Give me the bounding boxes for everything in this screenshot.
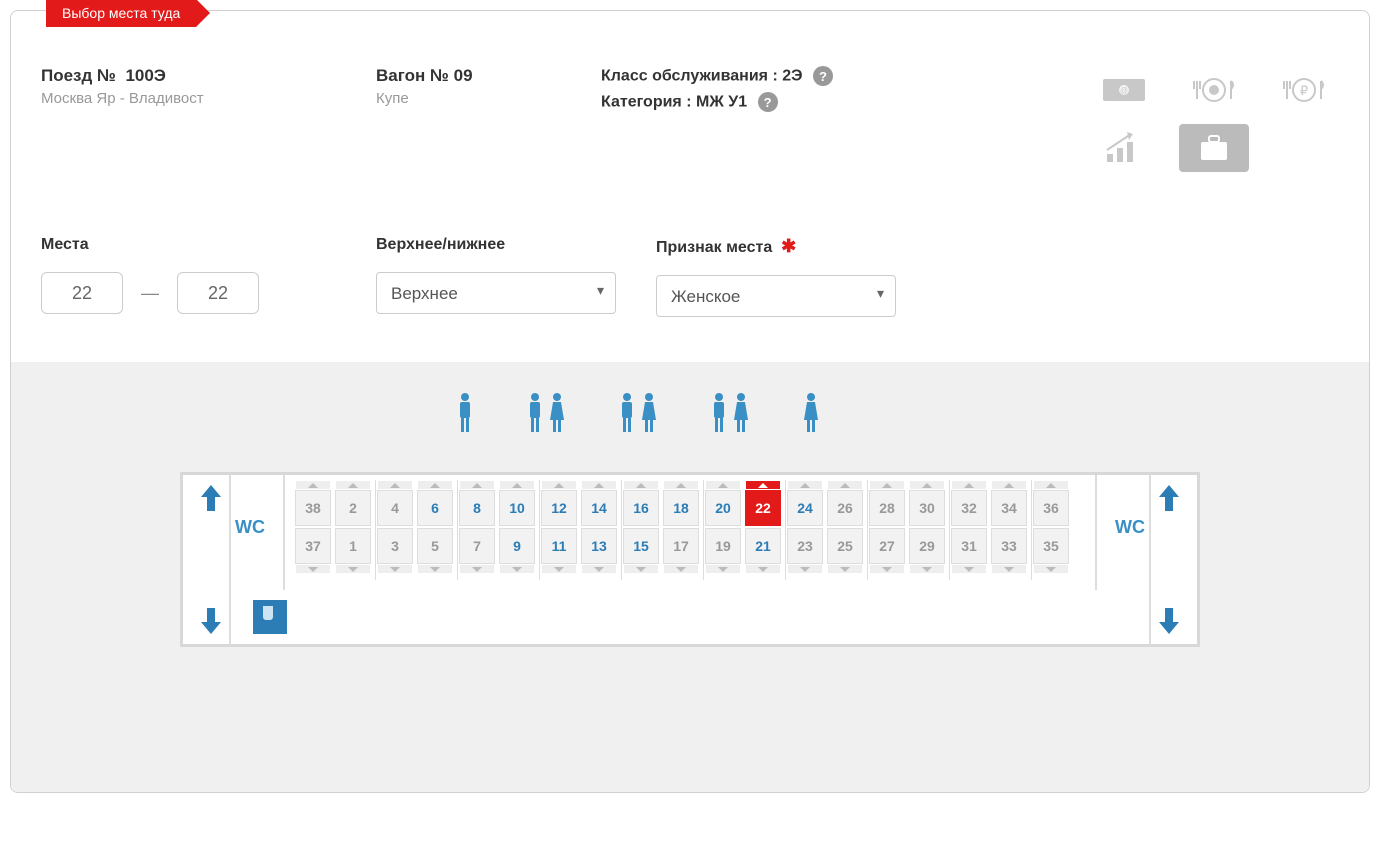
help-category[interactable]: ? <box>758 92 778 112</box>
seat-22[interactable]: 22 <box>745 490 781 526</box>
seat-34: 34 <box>991 490 1027 526</box>
luggage-icon <box>1179 124 1249 172</box>
seat-33: 33 <box>991 528 1027 564</box>
carriage-scheme: WC WC 3837214365871091211141316151817201… <box>11 362 1369 792</box>
berth-filter: Верхнее/нижнее Верхнее <box>376 236 656 317</box>
seat-7: 7 <box>459 528 495 564</box>
seat-19: 19 <box>705 528 741 564</box>
category-label: Категория : <box>601 94 692 111</box>
seat-4: 4 <box>377 490 413 526</box>
wc-left: WC <box>235 517 265 538</box>
seat-8[interactable]: 8 <box>459 490 495 526</box>
seat-11[interactable]: 11 <box>541 528 577 564</box>
gender-legend <box>396 392 896 432</box>
required-mark: ✱ <box>781 236 796 256</box>
seat-20[interactable]: 20 <box>705 490 741 526</box>
range-dash: — <box>141 283 159 304</box>
train-info: Поезд № 100Э Москва Яр - Владивост <box>41 66 376 172</box>
seat-6[interactable]: 6 <box>417 490 453 526</box>
seat-25: 25 <box>827 528 863 564</box>
gender-group-male-female <box>618 392 658 432</box>
seat-35: 35 <box>1033 528 1069 564</box>
help-service-class[interactable]: ? <box>813 66 833 86</box>
seat-13[interactable]: 13 <box>581 528 617 564</box>
wall <box>1149 475 1151 645</box>
eticket-icon: @ <box>1089 66 1159 114</box>
seats-label: Места <box>41 236 376 254</box>
seat-2: 2 <box>335 490 371 526</box>
seat-23: 23 <box>787 528 823 564</box>
seat-14[interactable]: 14 <box>581 490 617 526</box>
arrow-up-icon <box>1159 485 1179 511</box>
train-label: Поезд № <box>41 66 116 85</box>
seat-32: 32 <box>951 490 987 526</box>
seat-16[interactable]: 16 <box>623 490 659 526</box>
filters: Места — Верхнее/нижнее Верхнее Признак м… <box>11 207 1369 362</box>
service-class-value: 2Э <box>782 68 802 85</box>
seat-1: 1 <box>335 528 371 564</box>
gender-filter: Признак места ✱ Женское <box>656 236 936 317</box>
seat-37: 37 <box>295 528 331 564</box>
restaurant-icon <box>1179 66 1249 114</box>
gender-label: Признак места <box>656 239 772 256</box>
wall <box>229 475 231 645</box>
train-route: Москва Яр - Владивост <box>41 90 376 107</box>
carriage: WC WC 3837214365871091211141316151817201… <box>180 472 1200 647</box>
wc-right: WC <box>1115 517 1145 538</box>
arrow-down-icon <box>1159 608 1179 634</box>
car-number: Вагон № 09 <box>376 66 601 86</box>
seat-selection-panel: Выбор места туда Поезд № 100Э Москва Яр … <box>10 10 1370 793</box>
gender-group-male <box>456 392 474 432</box>
svg-text:₽: ₽ <box>1300 83 1308 98</box>
car-type: Купе <box>376 90 601 107</box>
seat-17: 17 <box>663 528 699 564</box>
arrow-up-icon <box>201 485 221 511</box>
seat-30: 30 <box>909 490 945 526</box>
seat-5: 5 <box>417 528 453 564</box>
seat-10[interactable]: 10 <box>499 490 535 526</box>
gender-group-female <box>802 392 820 432</box>
seat-28: 28 <box>869 490 905 526</box>
seat-26: 26 <box>827 490 863 526</box>
seat-9[interactable]: 9 <box>499 528 535 564</box>
gender-select[interactable]: Женское <box>656 275 896 317</box>
gender-group-male-female <box>710 392 750 432</box>
berth-label: Верхнее/нижнее <box>376 236 656 254</box>
seat-31: 31 <box>951 528 987 564</box>
seat-3: 3 <box>377 528 413 564</box>
seat-15[interactable]: 15 <box>623 528 659 564</box>
service-icons: @ ₽ <box>1089 66 1339 172</box>
car-info: Вагон № 09 Купе <box>376 66 601 172</box>
seat-27: 27 <box>869 528 905 564</box>
service-class-label: Класс обслуживания : <box>601 68 778 85</box>
class-info: Класс обслуживания : 2Э ? Категория : МЖ… <box>601 66 1089 172</box>
dynamic-pricing-icon <box>1089 124 1159 172</box>
wall <box>1095 475 1097 590</box>
seat-from-input[interactable] <box>41 272 123 314</box>
seat-36: 36 <box>1033 490 1069 526</box>
train-number: 100Э <box>125 66 165 85</box>
berth-select[interactable]: Верхнее <box>376 272 616 314</box>
tab-outbound: Выбор места туда <box>46 0 196 27</box>
seat-24[interactable]: 24 <box>787 490 823 526</box>
compartments: 3837214365871091211141316151817201922212… <box>295 480 1069 564</box>
svg-text:@: @ <box>1120 86 1128 95</box>
seat-21[interactable]: 21 <box>745 528 781 564</box>
seat-18[interactable]: 18 <box>663 490 699 526</box>
gender-group-male-female <box>526 392 566 432</box>
seat-29: 29 <box>909 528 945 564</box>
seat-38: 38 <box>295 490 331 526</box>
paid-meal-icon: ₽ <box>1269 66 1339 114</box>
wall <box>283 475 285 590</box>
arrow-down-icon <box>201 608 221 634</box>
seat-to-input[interactable] <box>177 272 259 314</box>
seat-12[interactable]: 12 <box>541 490 577 526</box>
header: Поезд № 100Э Москва Яр - Владивост Вагон… <box>11 11 1369 207</box>
category-value: МЖ У1 <box>696 94 747 111</box>
water-dispenser-icon <box>253 600 287 634</box>
seats-filter: Места — <box>41 236 376 317</box>
